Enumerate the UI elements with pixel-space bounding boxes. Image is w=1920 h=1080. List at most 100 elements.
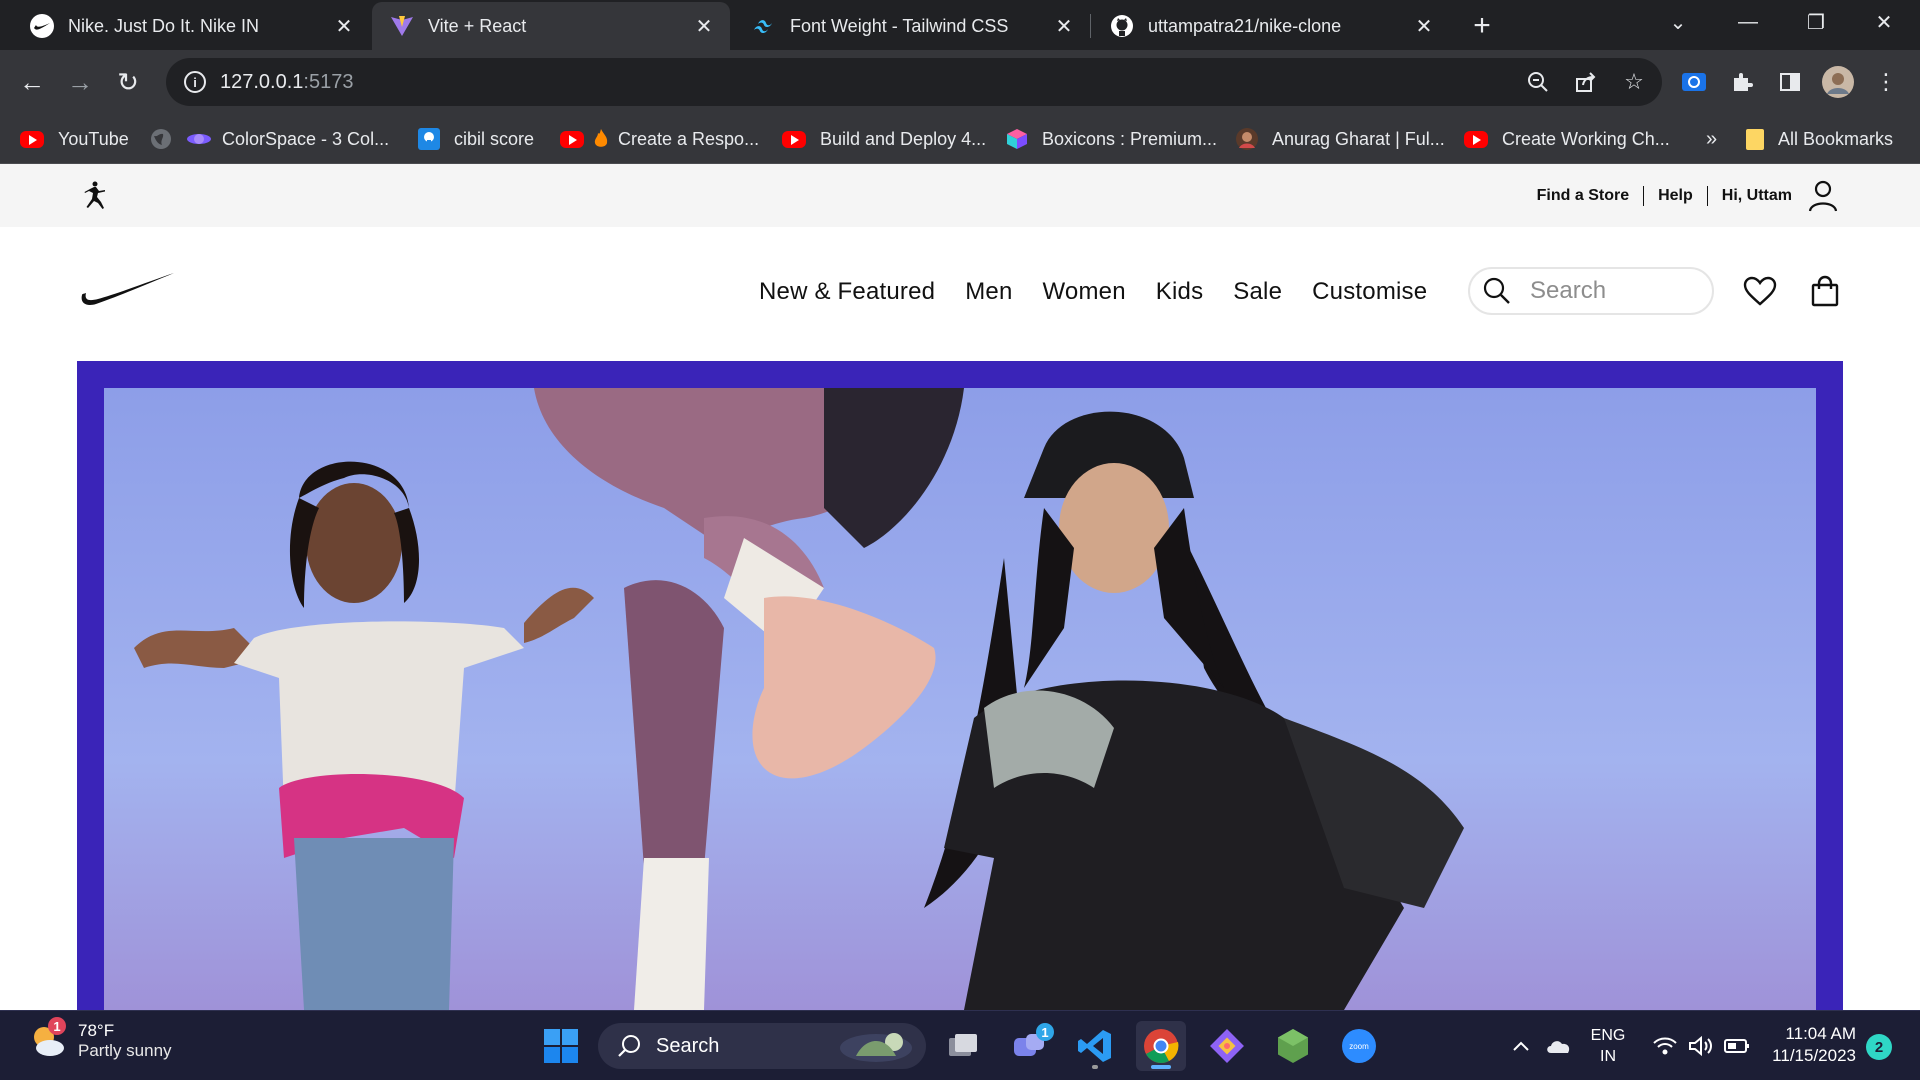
screen-capture-extension-icon[interactable] <box>1676 62 1712 102</box>
tab-vite[interactable]: Vite + React ✕ <box>372 2 730 50</box>
youtube-icon <box>20 130 44 148</box>
windows-taskbar: 1 78°F Partly sunny Search 1 zoom ENG IN… <box>0 1010 1920 1080</box>
close-icon[interactable]: ✕ <box>692 14 716 38</box>
user-icon[interactable] <box>1806 179 1840 213</box>
battery-icon[interactable] <box>1720 1011 1754 1080</box>
search-icon[interactable] <box>1482 276 1512 306</box>
volume-icon[interactable] <box>1684 1011 1718 1080</box>
extensions-puzzle-icon[interactable] <box>1724 62 1760 102</box>
clock-date: 11/15/2023 <box>1772 1046 1856 1065</box>
chrome-icon[interactable] <box>1136 1021 1186 1071</box>
boxicons-icon <box>1007 129 1027 149</box>
bookmark-label: Create a Respo... <box>618 128 760 149</box>
nodejs-icon[interactable] <box>1268 1021 1318 1071</box>
bookmark-boxicons[interactable]: Boxicons : Premium... <box>1006 124 1217 154</box>
more-bookmarks-chevron[interactable]: » <box>1706 124 1717 154</box>
bookmark-youtube[interactable]: YouTube <box>20 124 129 154</box>
all-bookmarks-folder[interactable]: All Bookmarks <box>1744 124 1893 154</box>
avatar-icon <box>1236 128 1258 150</box>
windows-start-icon[interactable] <box>536 1021 586 1071</box>
show-hidden-icons-chevron[interactable] <box>1506 1011 1536 1080</box>
forward-arrow-icon[interactable]: → <box>60 62 100 102</box>
bookmark-label: All Bookmarks <box>1778 128 1894 149</box>
close-icon[interactable]: ✕ <box>1052 14 1076 38</box>
favourites-heart-icon[interactable] <box>1740 271 1780 311</box>
tab-title: Nike. Just Do It. Nike IN <box>68 15 260 36</box>
onedrive-cloud-icon[interactable] <box>1540 1011 1576 1080</box>
bookmark-create-respo[interactable]: Create a Respo... <box>560 124 759 154</box>
tab-search-chevron-icon[interactable]: ⌄ <box>1648 0 1708 44</box>
address-bar[interactable]: i 127.0.0.1 :5173 <box>166 58 1662 106</box>
restore-icon[interactable]: ❐ <box>1786 0 1846 44</box>
url-port: :5173 <box>303 70 354 93</box>
bookmark-colorspace[interactable]: ColorSpace - 3 Col... <box>150 124 389 154</box>
menu-women[interactable]: Women <box>1043 278 1126 306</box>
tab-nike[interactable]: Nike. Just Do It. Nike IN ✕ <box>12 2 370 50</box>
bookmark-cibil[interactable]: cibil score <box>418 124 534 154</box>
hero-banner <box>77 361 1843 1010</box>
zoom-icon[interactable] <box>1522 62 1554 102</box>
search-input[interactable] <box>1530 277 1690 305</box>
colorspace-icon <box>187 134 211 144</box>
help-link[interactable]: Help <box>1644 187 1707 205</box>
search-icon <box>618 1035 640 1057</box>
youtube-icon <box>782 130 806 148</box>
nike-swoosh-icon <box>30 14 54 38</box>
youtube-icon <box>560 130 584 148</box>
svg-text:zoom: zoom <box>1349 1042 1369 1051</box>
youtube-icon <box>1464 130 1488 148</box>
bookmark-create-working[interactable]: Create Working Ch... <box>1464 124 1670 154</box>
menu-men[interactable]: Men <box>965 278 1012 306</box>
bookmark-build-deploy[interactable]: Build and Deploy 4... <box>782 124 986 154</box>
vscode-icon[interactable] <box>1070 1021 1120 1071</box>
search-box[interactable] <box>1468 267 1714 315</box>
menu-new-featured[interactable]: New & Featured <box>759 278 935 306</box>
new-tab-plus-icon[interactable]: + <box>1464 8 1500 44</box>
notification-count-badge[interactable]: 2 <box>1866 1034 1892 1060</box>
weather-temp: 78°F <box>78 1021 115 1040</box>
menu-sale[interactable]: Sale <box>1233 278 1282 306</box>
bookmark-anurag[interactable]: Anurag Gharat | Ful... <box>1236 124 1445 154</box>
bookmark-label: YouTube <box>58 128 129 149</box>
partly-sunny-icon: 1 <box>28 1017 68 1061</box>
teams-chat-icon[interactable]: 1 <box>1004 1021 1054 1071</box>
task-view-icon[interactable] <box>938 1021 988 1071</box>
shopping-bag-icon[interactable] <box>1805 271 1845 311</box>
system-clock[interactable]: 11:04 AM 11/15/2023 <box>1766 1023 1856 1067</box>
menu-customise[interactable]: Customise <box>1312 278 1427 306</box>
greeting-link[interactable]: Hi, Uttam <box>1708 187 1806 205</box>
bookmark-star-icon[interactable]: ☆ <box>1618 62 1650 102</box>
menu-kids[interactable]: Kids <box>1156 278 1204 306</box>
bookmark-label: Boxicons : Premium... <box>1042 128 1218 149</box>
tab-tailwind[interactable]: Font Weight - Tailwind CSS ✕ <box>734 2 1090 50</box>
taskbar-search-label: Search <box>656 1034 720 1057</box>
wifi-icon[interactable] <box>1648 1011 1682 1080</box>
weather-widget[interactable]: 1 78°F Partly sunny <box>28 1017 172 1061</box>
input-language[interactable]: ENG IN <box>1583 1025 1633 1067</box>
hero-image[interactable] <box>104 388 1816 1010</box>
profile-avatar[interactable] <box>1820 62 1856 102</box>
weather-condition: Partly sunny <box>78 1041 172 1060</box>
bookmark-label: Anurag Gharat | Ful... <box>1272 128 1445 149</box>
bookmark-label: Build and Deploy 4... <box>820 128 987 149</box>
side-panel-icon[interactable] <box>1772 62 1808 102</box>
tab-github[interactable]: uttampatra21/nike-clone ✕ <box>1092 2 1450 50</box>
jordan-jumpman-icon[interactable] <box>78 180 110 212</box>
site-info-icon[interactable]: i <box>184 71 206 93</box>
kebab-menu-icon[interactable]: ⋮ <box>1868 62 1904 102</box>
tab-title: Font Weight - Tailwind CSS <box>790 15 1009 36</box>
taskbar-search[interactable]: Search <box>598 1023 926 1069</box>
find-store-link[interactable]: Find a Store <box>1523 187 1643 205</box>
share-icon[interactable] <box>1570 62 1602 102</box>
git-app-icon[interactable] <box>1202 1021 1252 1071</box>
zoom-app-icon[interactable]: zoom <box>1334 1021 1384 1071</box>
reload-icon[interactable]: ↻ <box>108 62 148 102</box>
back-arrow-icon[interactable]: ← <box>12 62 52 102</box>
minimize-icon[interactable]: — <box>1718 0 1778 44</box>
close-icon[interactable]: ✕ <box>332 14 356 38</box>
window-close-icon[interactable]: ✕ <box>1854 0 1914 44</box>
close-icon[interactable]: ✕ <box>1412 14 1436 38</box>
tailwind-icon <box>752 14 776 38</box>
bookmark-label: ColorSpace - 3 Col... <box>222 128 390 149</box>
nike-swoosh-logo[interactable] <box>80 271 176 307</box>
